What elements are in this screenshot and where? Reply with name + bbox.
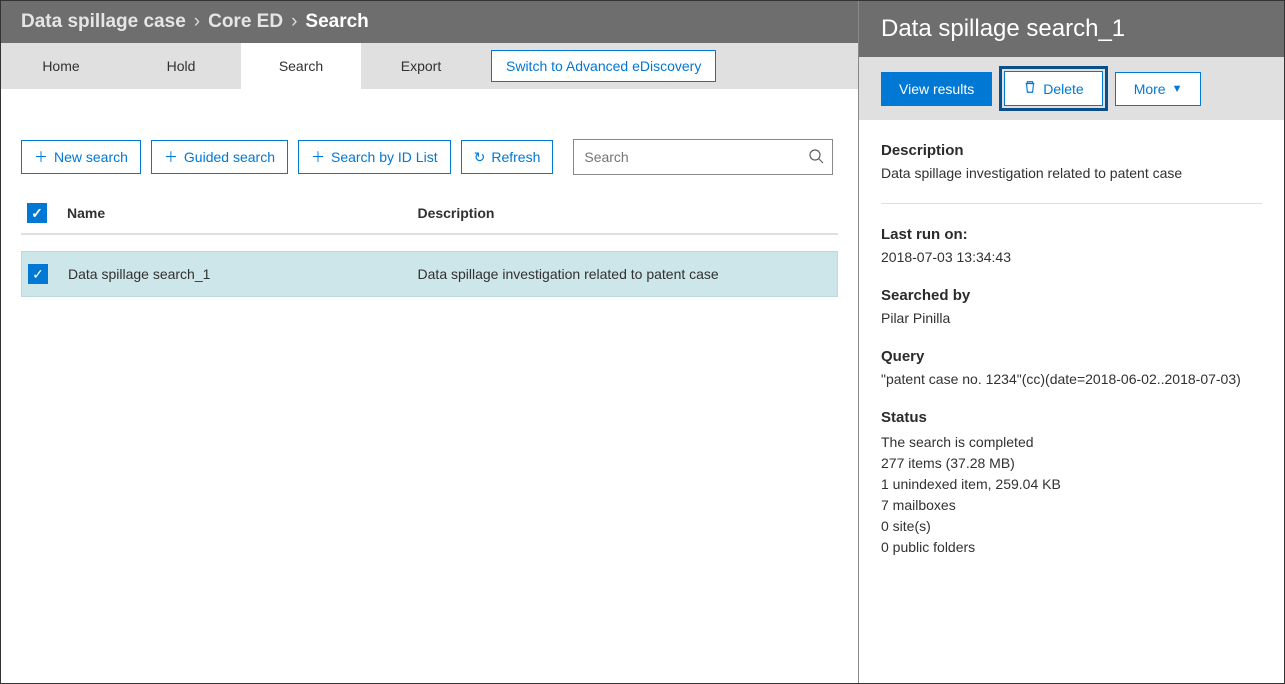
row-name: Data spillage search_1	[68, 266, 418, 282]
last-run-value: 2018-07-03 13:34:43	[881, 249, 1262, 265]
column-header-description[interactable]: Description	[417, 205, 838, 221]
description-value: Data spillage investigation related to p…	[881, 165, 1262, 181]
searched-by-label: Searched by	[881, 287, 1262, 304]
tab-home[interactable]: Home	[1, 43, 121, 89]
status-line: 277 items (37.28 MB)	[881, 453, 1262, 474]
tab-hold[interactable]: Hold	[121, 43, 241, 89]
details-panel: Data spillage search_1 View results Dele…	[859, 1, 1284, 683]
new-search-button[interactable]: ＋ New search	[21, 140, 141, 174]
last-run-label: Last run on:	[881, 226, 1262, 243]
refresh-icon: ↻	[474, 150, 486, 164]
chevron-right-icon: ›	[194, 11, 200, 33]
plus-icon: ＋	[34, 150, 48, 164]
query-value: "patent case no. 1234"(cc)(date=2018-06-…	[881, 371, 1262, 387]
row-description: Data spillage investigation related to p…	[418, 266, 837, 282]
status-line: 1 unindexed item, 259.04 KB	[881, 474, 1262, 495]
search-input[interactable]	[584, 149, 808, 165]
button-label: Refresh	[491, 149, 540, 165]
status-label: Status	[881, 409, 1262, 426]
status-line: 0 public folders	[881, 537, 1262, 558]
status-line: The search is completed	[881, 432, 1262, 453]
table-row[interactable]: ✓ Data spillage search_1 Data spillage i…	[21, 251, 838, 297]
select-all-checkbox[interactable]: ✓	[27, 203, 47, 223]
breadcrumb-item: Search	[305, 11, 368, 33]
tab-search[interactable]: Search	[241, 43, 361, 89]
breadcrumb: Data spillage case › Core ED › Search	[1, 1, 858, 43]
more-button[interactable]: More ▼	[1115, 72, 1202, 106]
column-header-name[interactable]: Name	[67, 205, 417, 221]
button-label: More	[1134, 81, 1166, 97]
view-results-button[interactable]: View results	[881, 72, 992, 106]
guided-search-button[interactable]: ＋ Guided search	[151, 140, 288, 174]
panel-title: Data spillage search_1	[859, 1, 1284, 57]
search-results-table: ✓ Name Description ✓ Data spillage searc…	[1, 189, 858, 297]
tabs-row: Home Hold Search Export Switch to Advanc…	[1, 43, 858, 89]
breadcrumb-item[interactable]: Core ED	[208, 11, 283, 33]
button-label: Search by ID List	[331, 149, 438, 165]
switch-advanced-ediscovery-button[interactable]: Switch to Advanced eDiscovery	[491, 50, 716, 82]
status-line: 0 site(s)	[881, 516, 1262, 537]
delete-button[interactable]: Delete	[1004, 71, 1102, 106]
button-label: Guided search	[184, 149, 275, 165]
button-label: New search	[54, 149, 128, 165]
chevron-down-icon: ▼	[1172, 83, 1183, 95]
plus-icon: ＋	[164, 150, 178, 164]
search-by-id-list-button[interactable]: ＋ Search by ID List	[298, 140, 451, 174]
description-label: Description	[881, 142, 1262, 159]
search-icon[interactable]	[808, 148, 824, 167]
toolbar: ＋ New search ＋ Guided search ＋ Search by…	[1, 89, 858, 189]
refresh-button[interactable]: ↻ Refresh	[461, 140, 554, 174]
status-line: 7 mailboxes	[881, 495, 1262, 516]
button-label: Delete	[1043, 81, 1083, 97]
status-lines: The search is completed 277 items (37.28…	[881, 432, 1262, 558]
searched-by-value: Pilar Pinilla	[881, 310, 1262, 326]
tab-export[interactable]: Export	[361, 43, 481, 89]
chevron-right-icon: ›	[291, 11, 297, 33]
query-label: Query	[881, 348, 1262, 365]
table-header-row: ✓ Name Description	[21, 189, 838, 235]
row-checkbox[interactable]: ✓	[28, 264, 48, 284]
plus-icon: ＋	[311, 150, 325, 164]
search-box[interactable]	[573, 139, 833, 175]
breadcrumb-item[interactable]: Data spillage case	[21, 11, 186, 33]
panel-actions: View results Delete More ▼	[859, 57, 1284, 120]
divider	[881, 203, 1262, 204]
trash-icon	[1023, 80, 1037, 97]
